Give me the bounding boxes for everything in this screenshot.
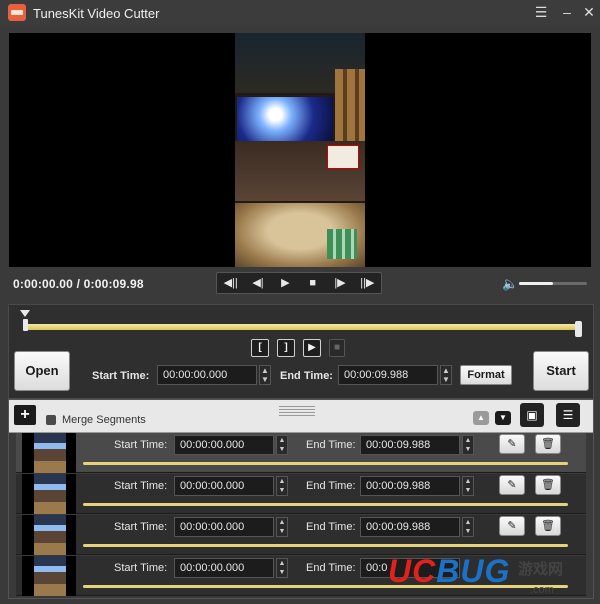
segment-end-label: End Time:	[306, 562, 356, 574]
add-segment-button[interactable]: +	[14, 405, 36, 425]
start-time-field[interactable]: 00:00:00.000	[157, 365, 257, 385]
open-button[interactable]: Open	[14, 351, 70, 391]
delete-segment-icon[interactable]: 🗑	[535, 516, 561, 536]
time-separator: /	[73, 277, 84, 291]
start-button[interactable]: Start	[533, 351, 589, 391]
segment-row[interactable]: Start Time: 00:00:00.000 ▲ ▼ End Time: 00…	[16, 474, 586, 514]
video-preview[interactable]	[9, 33, 591, 267]
edit-segment-icon[interactable]: ✎	[499, 434, 525, 454]
segment-end-stepper[interactable]: ▲ ▼	[462, 517, 474, 537]
next-segment-icon[interactable]: ||▶	[354, 273, 381, 293]
play-segment-button[interactable]: ▶	[303, 339, 321, 357]
end-time-stepper[interactable]: ▲ ▼	[440, 365, 452, 385]
segment-start-label: Start Time:	[114, 480, 168, 492]
timeline-track[interactable]	[24, 324, 582, 330]
segment-start-stepper[interactable]: ▲ ▼	[276, 517, 288, 537]
app-logo-icon	[8, 4, 26, 21]
segment-end-label: End Time:	[306, 521, 356, 533]
volume-icon[interactable]: 🔈	[502, 276, 518, 292]
resize-grip-icon[interactable]	[279, 406, 315, 418]
delete-segment-icon[interactable]: 🗑	[535, 475, 561, 495]
step-forward-icon[interactable]: |▶	[326, 273, 353, 293]
segment-end-field[interactable]: 00:00:09.988	[360, 517, 460, 537]
segment-start-label: Start Time:	[114, 521, 168, 533]
end-time-label: End Time:	[280, 370, 333, 382]
segment-end-label: End Time:	[306, 480, 356, 492]
watermark-logo: UCBUG	[388, 553, 511, 589]
segment-start-label: Start Time:	[114, 439, 168, 451]
volume-level	[519, 282, 553, 285]
segment-row[interactable]: Start Time: 00:00:00.000 ▲ ▼ End Time: 00…	[16, 433, 586, 473]
segment-end-field[interactable]: 00:00:09.988	[360, 435, 460, 455]
segment-thumbnail	[22, 433, 76, 473]
mark-in-button[interactable]: [	[251, 339, 269, 357]
time-display: 0:00:00.00 / 0:00:09.98	[13, 277, 144, 291]
move-down-icon[interactable]: ▼	[495, 411, 511, 425]
trim-end-handle[interactable]	[575, 321, 582, 337]
transport-controls: ◀|| ◀| ▶ ■ |▶ ||▶	[216, 272, 382, 294]
merge-segments-checkbox[interactable]	[46, 415, 56, 425]
end-time-field[interactable]: 00:00:09.988	[338, 365, 438, 385]
app-title: TunesKit Video Cutter	[33, 6, 160, 21]
step-back-icon[interactable]: ◀|	[244, 273, 271, 293]
segment-thumbnail	[22, 515, 76, 555]
segment-thumbnail	[22, 474, 76, 514]
segment-range-bar	[83, 503, 568, 506]
segment-end-label: End Time:	[306, 439, 356, 451]
video-frame	[235, 33, 365, 267]
segment-start-field[interactable]: 00:00:00.000	[174, 476, 274, 496]
minimize-button[interactable]: –	[556, 2, 578, 22]
merge-segments-label: Merge Segments	[62, 414, 146, 426]
watermark-domain: .com	[530, 584, 554, 596]
segment-tools: [ ] ▶ ■	[251, 339, 345, 357]
edit-segment-icon[interactable]: ✎	[499, 475, 525, 495]
delete-segment-icon[interactable]: 🗑	[535, 434, 561, 454]
prev-segment-icon[interactable]: ◀||	[217, 273, 244, 293]
segment-list-header: + Merge Segments ▲ ▼ ▣ ☰	[9, 400, 593, 433]
segment-list-menu-icon[interactable]: ☰	[556, 403, 580, 427]
play-icon[interactable]: ▶	[272, 273, 299, 293]
segment-range-bar	[83, 462, 568, 465]
editor-panel: [ ] ▶ ■ Open Start Time: 00:00:00.000 ▲ ▼…	[8, 304, 594, 399]
trim-start-handle[interactable]	[20, 310, 30, 336]
segment-range-bar	[83, 544, 568, 547]
segment-end-stepper[interactable]: ▲ ▼	[462, 476, 474, 496]
segment-start-stepper[interactable]: ▲ ▼	[276, 476, 288, 496]
segment-start-field[interactable]: 00:00:00.000	[174, 517, 274, 537]
start-time-label: Start Time:	[92, 370, 150, 382]
title-bar: TunesKit Video Cutter ☰ – ✕	[0, 0, 600, 26]
segment-start-label: Start Time:	[114, 562, 168, 574]
segment-start-stepper[interactable]: ▲ ▼	[276, 558, 288, 578]
close-button[interactable]: ✕	[578, 2, 600, 22]
stop-icon[interactable]: ■	[299, 273, 326, 293]
mark-out-button[interactable]: ]	[277, 339, 295, 357]
volume-slider[interactable]	[519, 282, 587, 285]
output-folder-icon[interactable]: ▣	[520, 403, 544, 427]
start-time-stepper[interactable]: ▲ ▼	[259, 365, 271, 385]
stop-segment-button[interactable]: ■	[329, 339, 345, 357]
edit-segment-icon[interactable]: ✎	[499, 516, 525, 536]
format-button[interactable]: Format	[460, 365, 512, 385]
segment-start-stepper[interactable]: ▲ ▼	[276, 435, 288, 455]
segment-start-field[interactable]: 00:00:00.000	[174, 558, 274, 578]
watermark-subtitle: 游戏网	[518, 561, 564, 578]
segment-row[interactable]: Start Time: 00:00:00.000 ▲ ▼ End Time: 00…	[16, 515, 586, 555]
segment-thumbnail	[22, 556, 76, 596]
move-up-icon[interactable]: ▲	[473, 411, 489, 425]
segment-end-stepper[interactable]: ▲ ▼	[462, 435, 474, 455]
current-time: 0:00:00.00	[13, 277, 74, 291]
segment-end-field[interactable]: 00:00:09.988	[360, 476, 460, 496]
total-time: 0:00:09.98	[83, 277, 144, 291]
segment-start-field[interactable]: 00:00:00.000	[174, 435, 274, 455]
menu-icon[interactable]: ☰	[530, 2, 552, 22]
